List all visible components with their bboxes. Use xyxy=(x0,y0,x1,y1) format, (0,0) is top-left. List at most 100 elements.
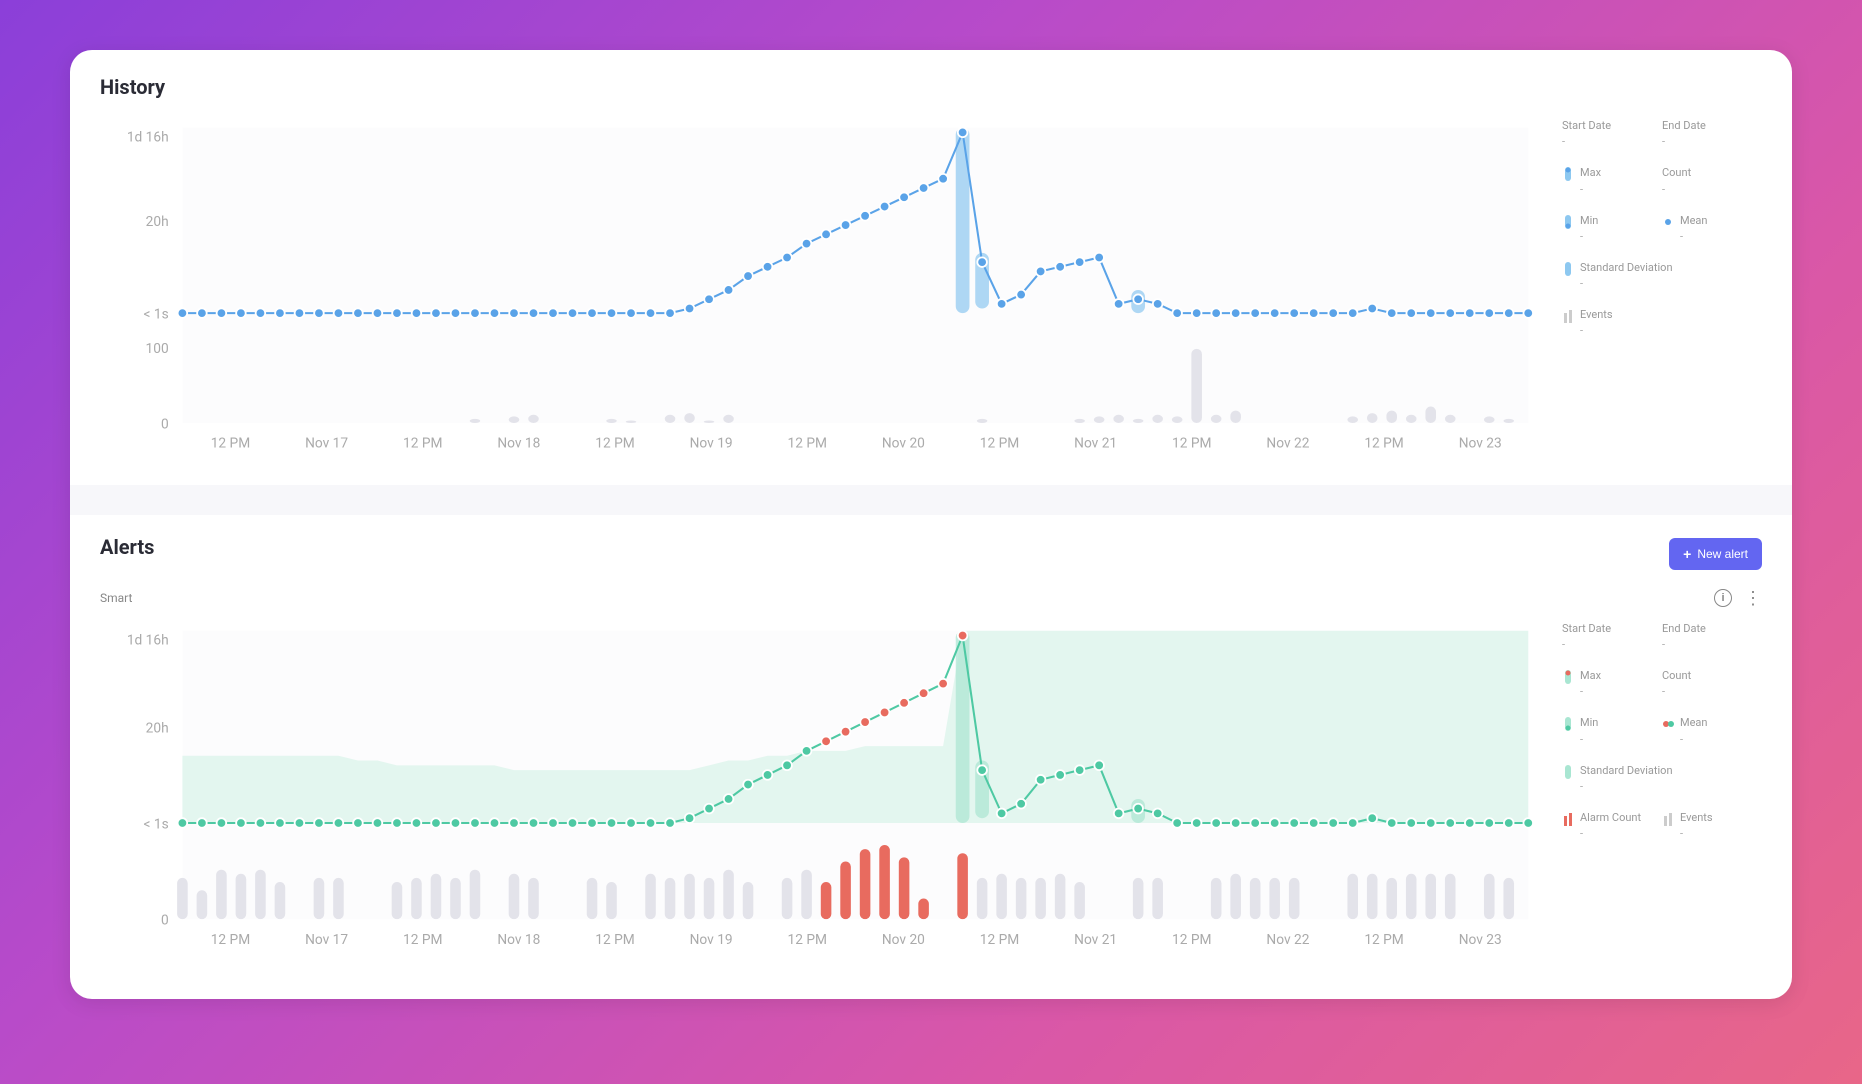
svg-text:Nov 18: Nov 18 xyxy=(497,436,540,452)
max-icon xyxy=(1562,167,1574,181)
stat-label: Count xyxy=(1662,669,1691,683)
new-alert-button[interactable]: + New alert xyxy=(1669,538,1762,570)
svg-text:12 PM: 12 PM xyxy=(788,932,827,948)
svg-text:Nov 19: Nov 19 xyxy=(690,436,733,452)
svg-text:12 PM: 12 PM xyxy=(1172,932,1211,948)
stat-label: Start Date xyxy=(1562,622,1611,636)
mean-icon xyxy=(1662,215,1674,229)
svg-text:Nov 21: Nov 21 xyxy=(1074,932,1117,948)
alerts-stats: Start Date - End Date - Max - Count - Min - xyxy=(1562,617,1762,974)
svg-text:< 1s: < 1s xyxy=(144,307,169,323)
svg-text:12 PM: 12 PM xyxy=(595,932,634,948)
stat-label: Events xyxy=(1680,811,1713,825)
stat-value: - xyxy=(1580,780,1673,793)
svg-text:0: 0 xyxy=(161,912,169,928)
alarm-count-icon xyxy=(1562,812,1574,826)
min-icon xyxy=(1562,717,1574,731)
min-icon xyxy=(1562,215,1574,229)
stat-value: - xyxy=(1680,230,1708,243)
stat-label: Standard Deviation xyxy=(1580,261,1673,275)
stat-value: - xyxy=(1680,733,1708,746)
history-section: History 1d 16h 20h < 1s 100 0 12 PM Nov 17 12 P… xyxy=(100,75,1762,485)
stat-label: Min xyxy=(1580,214,1598,228)
svg-text:Nov 17: Nov 17 xyxy=(305,436,348,452)
svg-text:Nov 17: Nov 17 xyxy=(305,932,348,948)
stat-value: - xyxy=(1662,685,1691,698)
stat-value: - xyxy=(1662,135,1706,148)
svg-text:1d 16h: 1d 16h xyxy=(127,632,169,648)
svg-text:12 PM: 12 PM xyxy=(211,932,250,948)
stat-value: - xyxy=(1580,827,1641,840)
alerts-chart-svg: 1d 16h 20h < 1s 0 12 PM Nov 17 12 PM Nov 18 12 P… xyxy=(100,617,1542,974)
stat-label: Max xyxy=(1580,166,1601,180)
svg-text:0: 0 xyxy=(161,416,169,432)
plus-icon: + xyxy=(1683,546,1691,562)
stat-label: Min xyxy=(1580,716,1598,730)
stat-label: Alarm Count xyxy=(1580,811,1641,825)
stat-label: Count xyxy=(1662,166,1691,180)
history-chart[interactable]: 1d 16h 20h < 1s 100 0 12 PM Nov 17 12 PM Nov 18 1… xyxy=(100,114,1542,485)
stat-value: - xyxy=(1580,183,1601,196)
history-stats: Start Date - End Date - Max - Count - xyxy=(1562,114,1762,485)
stat-label: End Date xyxy=(1662,622,1706,636)
svg-text:< 1s: < 1s xyxy=(144,816,169,832)
stat-value: - xyxy=(1580,277,1673,290)
stat-value: - xyxy=(1580,324,1613,337)
history-title: History xyxy=(100,75,1762,99)
stat-value: - xyxy=(1580,230,1598,243)
svg-text:1d 16h: 1d 16h xyxy=(127,129,169,145)
svg-text:20h: 20h xyxy=(146,720,169,736)
svg-text:12 PM: 12 PM xyxy=(788,436,827,452)
svg-text:Nov 23: Nov 23 xyxy=(1459,932,1502,948)
stat-value: - xyxy=(1562,638,1611,651)
stat-label: Mean xyxy=(1680,214,1708,228)
events-icon xyxy=(1662,812,1674,826)
svg-text:Nov 18: Nov 18 xyxy=(497,932,540,948)
svg-text:12 PM: 12 PM xyxy=(1172,436,1211,452)
stat-label: Mean xyxy=(1680,716,1708,730)
svg-text:Nov 19: Nov 19 xyxy=(690,932,733,948)
stat-value: - xyxy=(1562,135,1611,148)
stat-label: Max xyxy=(1580,669,1601,683)
alerts-chart[interactable]: 1d 16h 20h < 1s 0 12 PM Nov 17 12 PM Nov 18 12 P… xyxy=(100,617,1542,974)
section-divider xyxy=(70,485,1792,515)
stat-label: Standard Deviation xyxy=(1580,764,1673,778)
svg-text:Nov 21: Nov 21 xyxy=(1074,436,1117,452)
mean-icon xyxy=(1662,717,1674,731)
alerts-section: Alerts + New alert Smart i ⋮ 1d 16h 20h < … xyxy=(100,515,1762,974)
stat-label: Start Date xyxy=(1562,119,1611,133)
svg-text:12 PM: 12 PM xyxy=(211,436,250,452)
svg-text:12 PM: 12 PM xyxy=(595,436,634,452)
history-chart-svg: 1d 16h 20h < 1s 100 0 12 PM Nov 17 12 PM Nov 18 1… xyxy=(100,114,1542,485)
svg-text:20h: 20h xyxy=(146,214,169,230)
dashboard-card: History 1d 16h 20h < 1s 100 0 12 PM Nov 17 12 P… xyxy=(70,50,1792,999)
svg-text:12 PM: 12 PM xyxy=(980,932,1019,948)
vertical-dots-icon: ⋮ xyxy=(1744,589,1762,607)
stat-value: - xyxy=(1662,183,1691,196)
svg-text:Nov 23: Nov 23 xyxy=(1459,436,1502,452)
svg-text:12 PM: 12 PM xyxy=(403,932,442,948)
stat-value: - xyxy=(1662,638,1706,651)
new-alert-label: New alert xyxy=(1697,547,1748,561)
svg-text:12 PM: 12 PM xyxy=(1364,436,1403,452)
stat-label: Events xyxy=(1580,308,1613,322)
info-button[interactable]: i xyxy=(1714,589,1732,607)
max-icon xyxy=(1562,670,1574,684)
svg-text:12 PM: 12 PM xyxy=(980,436,1019,452)
stddev-icon xyxy=(1562,765,1574,779)
stat-value: - xyxy=(1580,685,1601,698)
svg-text:Nov 20: Nov 20 xyxy=(882,436,925,452)
svg-text:Nov 20: Nov 20 xyxy=(882,932,925,948)
svg-text:12 PM: 12 PM xyxy=(403,436,442,452)
events-icon xyxy=(1562,309,1574,323)
more-menu-button[interactable]: ⋮ xyxy=(1744,589,1762,607)
alerts-title: Alerts xyxy=(100,535,154,559)
svg-text:Nov 22: Nov 22 xyxy=(1266,932,1309,948)
stat-label: End Date xyxy=(1662,119,1706,133)
stddev-icon xyxy=(1562,262,1574,276)
alerts-subheader: Smart xyxy=(100,591,132,605)
svg-text:100: 100 xyxy=(146,341,169,357)
svg-text:12 PM: 12 PM xyxy=(1364,932,1403,948)
stat-value: - xyxy=(1680,827,1713,840)
stat-value: - xyxy=(1580,733,1598,746)
